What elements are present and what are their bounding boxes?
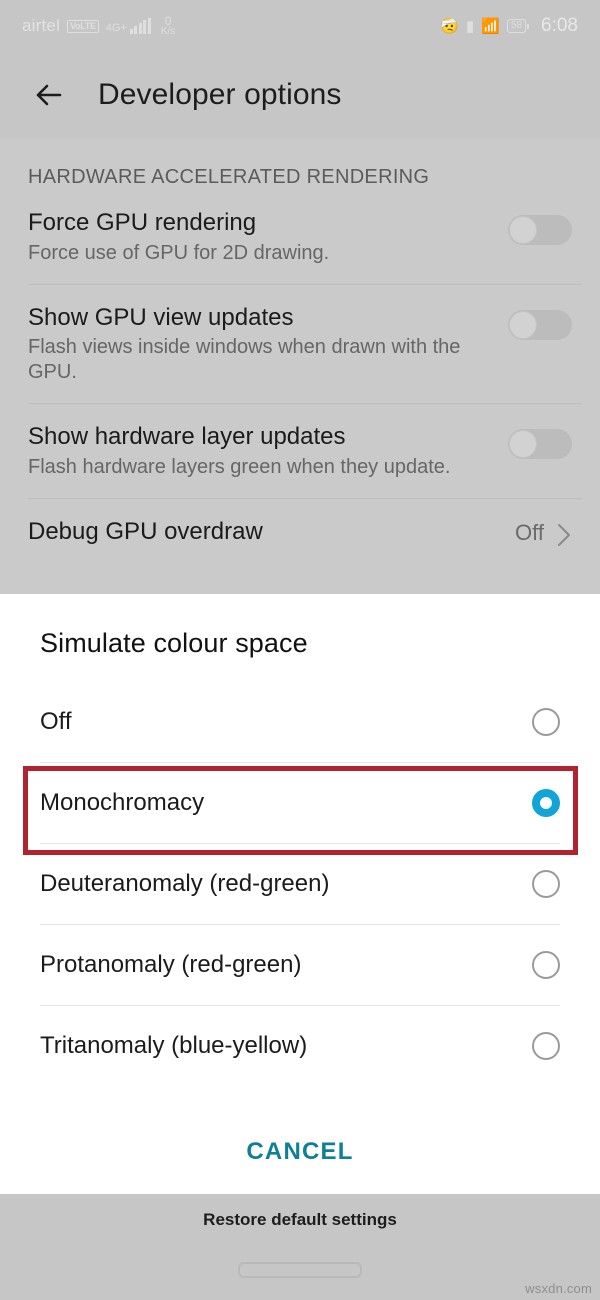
radio-group: Off Monochromacy Deuteranomaly (red-gree… (0, 681, 600, 1086)
radio-option-protanomaly[interactable]: Protanomaly (red-green) (0, 924, 600, 1005)
setting-title: Debug GPU overdraw (28, 517, 263, 545)
battery-icon: 58 (506, 19, 530, 33)
setting-subtitle: Flash hardware layers green when they up… (28, 455, 451, 478)
option-label: Protanomaly (red-green) (40, 950, 302, 978)
toggle-knob (509, 310, 537, 339)
dialog-actions: CANCEL (0, 1130, 600, 1174)
option-label: Monochromacy (40, 788, 205, 816)
radio-option-monochromacy[interactable]: Monochromacy (0, 762, 600, 843)
setting-row-show-hardware-layer-updates[interactable]: Show hardware layer updates Flash hardwa… (0, 403, 600, 498)
row-text: Force GPU rendering Force use of GPU for… (28, 209, 508, 266)
vibrate-icon: 📶 (481, 17, 500, 35)
radio-button[interactable] (532, 1031, 560, 1060)
restore-default-settings-label[interactable]: Restore default settings (0, 1194, 600, 1230)
setting-value: Off (515, 519, 544, 545)
setting-title: Force GPU rendering (28, 209, 257, 236)
option-label: Tritanomaly (blue-yellow) (40, 1031, 308, 1059)
toggle-force-gpu-rendering[interactable] (508, 215, 572, 245)
radio-button[interactable] (532, 707, 560, 736)
radio-option-deuteranomaly[interactable]: Deuteranomaly (red-green) (0, 843, 600, 924)
back-arrow-icon[interactable] (28, 74, 70, 116)
toggle-show-hardware-layer-updates[interactable] (508, 429, 572, 460)
radio-button[interactable] (532, 869, 560, 898)
row-text: Debug GPU overdraw (28, 518, 515, 546)
radio-button-selected[interactable] (532, 788, 560, 817)
home-gesture-pill[interactable] (238, 1262, 362, 1278)
radio-button[interactable] (532, 950, 560, 979)
status-bar-right: 🤕 ▮ 📶 58 6:08 (440, 15, 578, 37)
setting-row-show-gpu-view-updates[interactable]: Show GPU view updates Flash views inside… (0, 283, 600, 404)
network-speed-indicator: 0 K/s (161, 15, 175, 37)
phone-screen: airtel VoLTE 4G+ 0 K/s 🤕 ▮ 📶 58 6:08 Dev… (0, 0, 600, 1300)
dialog-title: Simulate colour space (40, 628, 308, 658)
signal-bars-icon (129, 18, 151, 34)
option-label: Off (40, 707, 72, 735)
toggle-knob (509, 430, 537, 459)
watermark-label: wsxdn.com (525, 1281, 592, 1296)
toggle-show-gpu-view-updates[interactable] (508, 309, 572, 340)
clock-label: 6:08 (541, 15, 578, 36)
network-type-label: 4G+ (105, 22, 127, 34)
network-speed-unit: K/s (160, 26, 176, 37)
page-title: Developer options (98, 78, 342, 111)
setting-subtitle: Force use of GPU for 2D drawing. (28, 241, 330, 264)
status-bar: airtel VoLTE 4G+ 0 K/s 🤕 ▮ 📶 58 6:08 (0, 0, 600, 52)
simulate-colour-space-dialog: Simulate colour space Off Monochromacy D… (0, 594, 600, 1194)
status-bar-left: airtel VoLTE 4G+ 0 K/s (22, 15, 175, 37)
sim-card-icon: ▮ (465, 17, 475, 35)
setting-title: Show hardware layer updates (28, 423, 346, 451)
row-text: Show hardware layer updates Flash hardwa… (28, 423, 508, 480)
setting-row-debug-gpu-overdraw[interactable]: Debug GPU overdraw Off (0, 497, 600, 571)
option-label: Deuteranomaly (red-green) (40, 869, 330, 897)
setting-row-force-gpu-rendering[interactable]: Force GPU rendering Force use of GPU for… (0, 189, 600, 284)
footer-bar: Restore default settings wsxdn.com (0, 1194, 600, 1300)
settings-list: HARDWARE ACCELERATED RENDERING Force GPU… (0, 138, 600, 594)
row-text: Show GPU view updates Flash views inside… (28, 304, 508, 386)
bluetooth-icon: 🤕 (440, 17, 459, 35)
volte-badge: VoLTE (67, 19, 99, 33)
setting-title: Show GPU view updates (28, 303, 294, 331)
cancel-button[interactable]: CANCEL (230, 1130, 369, 1174)
section-header: HARDWARE ACCELERATED RENDERING (28, 166, 430, 188)
carrier-label: airtel (22, 16, 61, 35)
chevron-right-icon (556, 522, 572, 553)
toggle-knob (509, 216, 537, 244)
app-bar: Developer options (0, 52, 600, 138)
radio-option-off[interactable]: Off (0, 681, 600, 762)
radio-option-tritanomaly[interactable]: Tritanomaly (blue-yellow) (0, 1005, 600, 1086)
setting-subtitle: Flash views inside windows when drawn wi… (28, 336, 461, 384)
